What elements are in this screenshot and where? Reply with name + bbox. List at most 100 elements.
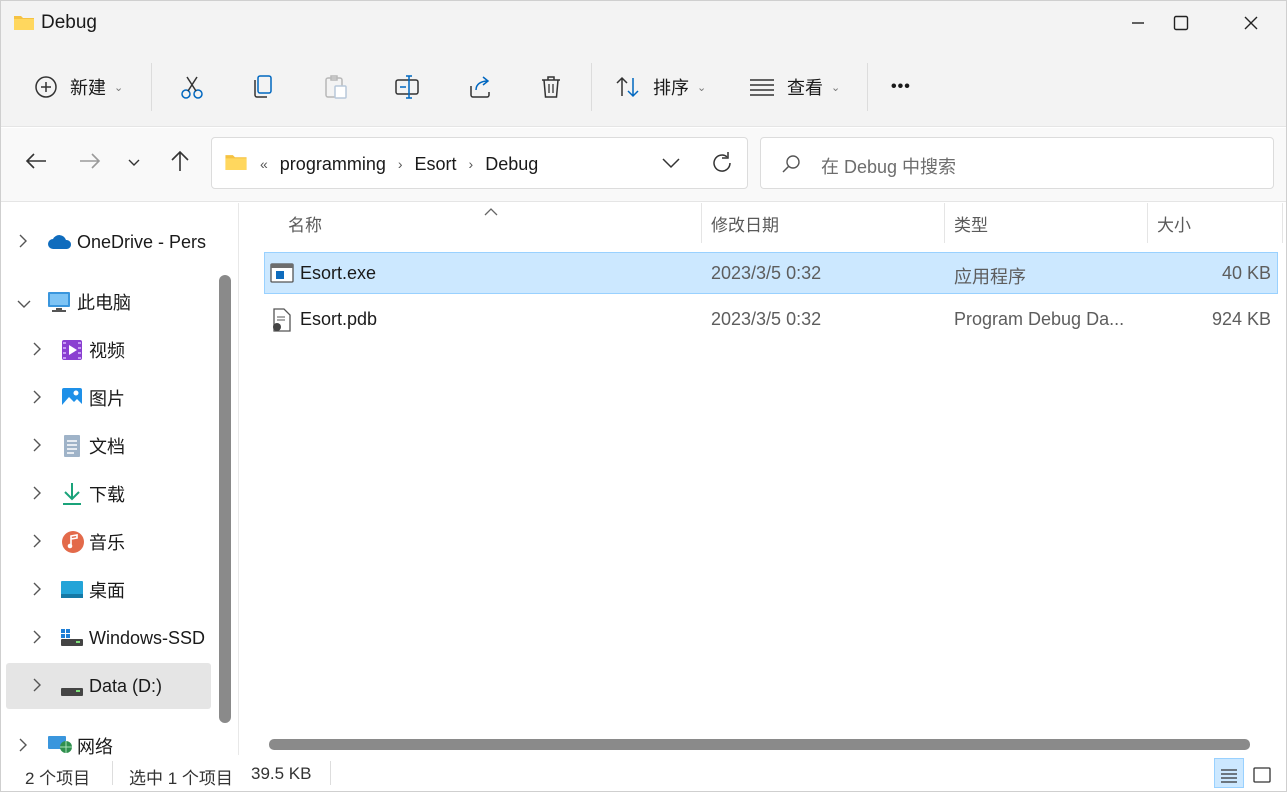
sidebar-item-windows-ssd[interactable]: Windows-SSD bbox=[1, 615, 211, 661]
up-button[interactable] bbox=[165, 148, 195, 178]
downloads-icon bbox=[61, 482, 83, 511]
cut-button[interactable] bbox=[179, 65, 205, 109]
horizontal-scrollbar[interactable] bbox=[269, 739, 1250, 750]
details-view-button[interactable] bbox=[1214, 758, 1244, 788]
breadcrumb-item-debug[interactable]: Debug bbox=[485, 154, 538, 175]
sidebar-item-videos[interactable]: 视频 bbox=[1, 327, 211, 373]
share-button[interactable] bbox=[467, 65, 493, 109]
sidebar-item-pictures[interactable]: 图片 bbox=[1, 375, 211, 421]
column-header-name[interactable]: 名称 bbox=[288, 203, 322, 243]
file-name: Esort.pdb bbox=[300, 309, 378, 329]
column-divider[interactable] bbox=[701, 203, 702, 243]
folder-icon bbox=[224, 152, 248, 176]
sidebar-item-label: 视频 bbox=[89, 341, 125, 361]
chevron-right-icon[interactable] bbox=[33, 388, 41, 409]
sidebar-item-data-d[interactable]: Data (D:) bbox=[6, 663, 211, 709]
computer-icon bbox=[47, 291, 71, 318]
view-button[interactable]: 查看 ⌄ bbox=[749, 65, 840, 109]
sort-arrows-icon bbox=[615, 75, 641, 99]
file-row[interactable]: Esort.pdb 2023/3/5 0:32 Program Debug Da… bbox=[264, 299, 1278, 341]
file-type: Program Debug Da... bbox=[954, 309, 1125, 329]
more-options-button[interactable]: ••• bbox=[891, 65, 911, 109]
large-icons-view-button[interactable] bbox=[1247, 758, 1277, 788]
chevron-right-icon[interactable] bbox=[33, 436, 41, 457]
pdb-file-icon bbox=[271, 308, 293, 337]
address-history-chevron-icon[interactable] bbox=[662, 156, 680, 174]
column-divider[interactable] bbox=[1282, 203, 1283, 243]
sidebar-item-network[interactable]: 网络 bbox=[1, 723, 211, 755]
column-header-type[interactable]: 类型 bbox=[954, 203, 988, 243]
sidebar-item-documents[interactable]: 文档 bbox=[1, 423, 211, 469]
chevron-right-icon[interactable] bbox=[33, 676, 41, 697]
chevron-right-icon[interactable] bbox=[19, 736, 27, 756]
chevron-right-icon[interactable] bbox=[33, 340, 41, 361]
sidebar-item-onedrive[interactable]: OneDrive - Pers bbox=[1, 219, 211, 265]
sidebar-item-label: 图片 bbox=[89, 389, 125, 409]
address-bar[interactable]: « programming › Esort › Debug bbox=[211, 137, 748, 189]
minimize-button[interactable] bbox=[1118, 9, 1158, 37]
recent-locations-button[interactable] bbox=[119, 148, 149, 178]
chevron-down-icon: ⌄ bbox=[831, 81, 841, 94]
sort-label: 排序 bbox=[653, 78, 689, 98]
back-button[interactable] bbox=[21, 148, 51, 178]
sidebar-scrollbar[interactable] bbox=[219, 275, 231, 723]
share-icon bbox=[467, 74, 493, 100]
plus-circle-icon bbox=[34, 75, 58, 99]
toolbar-divider bbox=[151, 63, 152, 111]
column-header-modified[interactable]: 修改日期 bbox=[711, 203, 779, 243]
column-header-size[interactable]: 大小 bbox=[1157, 203, 1191, 243]
drive-d-icon bbox=[60, 681, 84, 702]
breadcrumb-overflow[interactable]: « bbox=[260, 156, 268, 172]
close-button[interactable] bbox=[1231, 9, 1271, 37]
sidebar-item-label: 桌面 bbox=[89, 581, 125, 601]
search-box[interactable]: 在 Debug 中搜索 bbox=[760, 137, 1274, 189]
rename-button[interactable] bbox=[394, 65, 422, 109]
search-icon bbox=[781, 154, 801, 179]
forward-button[interactable] bbox=[75, 148, 105, 178]
file-row[interactable]: Esort.exe 2023/3/5 0:32 应用程序 40 KB bbox=[264, 252, 1278, 294]
toolbar-divider bbox=[867, 63, 868, 111]
status-divider bbox=[112, 761, 113, 785]
file-size: 924 KB bbox=[1211, 309, 1271, 329]
chevron-right-icon[interactable] bbox=[33, 628, 41, 649]
toolbar-divider bbox=[591, 63, 592, 111]
breadcrumb-separator-icon[interactable]: › bbox=[469, 156, 474, 172]
chevron-right-icon[interactable] bbox=[33, 580, 41, 601]
refresh-icon[interactable] bbox=[710, 151, 734, 180]
list-view-icon bbox=[749, 77, 775, 97]
file-name: Esort.exe bbox=[300, 263, 377, 283]
chevron-right-icon[interactable] bbox=[19, 232, 27, 253]
sidebar-item-label: Data (D:) bbox=[89, 675, 163, 696]
sidebar-item-music[interactable]: 音乐 bbox=[1, 519, 211, 565]
search-placeholder: 在 Debug 中搜索 bbox=[821, 157, 957, 177]
title-bar: Debug bbox=[1, 1, 1286, 45]
maximize-button[interactable] bbox=[1161, 9, 1201, 37]
arrow-up-icon bbox=[170, 150, 190, 177]
sort-button[interactable]: 排序 ⌄ bbox=[615, 65, 706, 109]
chevron-down-icon[interactable] bbox=[17, 292, 31, 313]
sidebar-item-label: 网络 bbox=[77, 737, 113, 755]
breadcrumb-item-esort[interactable]: Esort bbox=[415, 154, 457, 175]
chevron-down-icon: ⌄ bbox=[114, 81, 124, 94]
scissors-icon bbox=[179, 74, 205, 100]
paste-button[interactable] bbox=[323, 65, 349, 109]
sidebar-item-desktop[interactable]: 桌面 bbox=[1, 567, 211, 613]
documents-icon bbox=[63, 434, 81, 463]
breadcrumb-item-programming[interactable]: programming bbox=[280, 154, 386, 175]
copy-icon bbox=[252, 74, 276, 100]
sidebar-item-this-pc[interactable]: 此电脑 bbox=[1, 279, 211, 325]
videos-icon bbox=[61, 339, 83, 366]
file-size: 40 KB bbox=[1221, 263, 1271, 283]
sidebar-item-downloads[interactable]: 下载 bbox=[1, 471, 211, 517]
copy-button[interactable] bbox=[252, 65, 276, 109]
window-title: Debug bbox=[41, 12, 97, 33]
chevron-right-icon[interactable] bbox=[33, 532, 41, 553]
command-bar: 新建 ⌄ 排序 ⌄ 查看 ⌄ ••• bbox=[1, 45, 1286, 127]
column-divider[interactable] bbox=[1147, 203, 1148, 243]
column-divider[interactable] bbox=[944, 203, 945, 243]
chevron-right-icon[interactable] bbox=[33, 484, 41, 505]
file-list: 名称 修改日期 类型 大小 Esort.exe 2023/3/5 0:32 应用… bbox=[244, 203, 1286, 755]
breadcrumb-separator-icon[interactable]: › bbox=[398, 156, 403, 172]
new-button[interactable]: 新建 ⌄ bbox=[34, 65, 123, 109]
delete-button[interactable] bbox=[539, 65, 563, 109]
